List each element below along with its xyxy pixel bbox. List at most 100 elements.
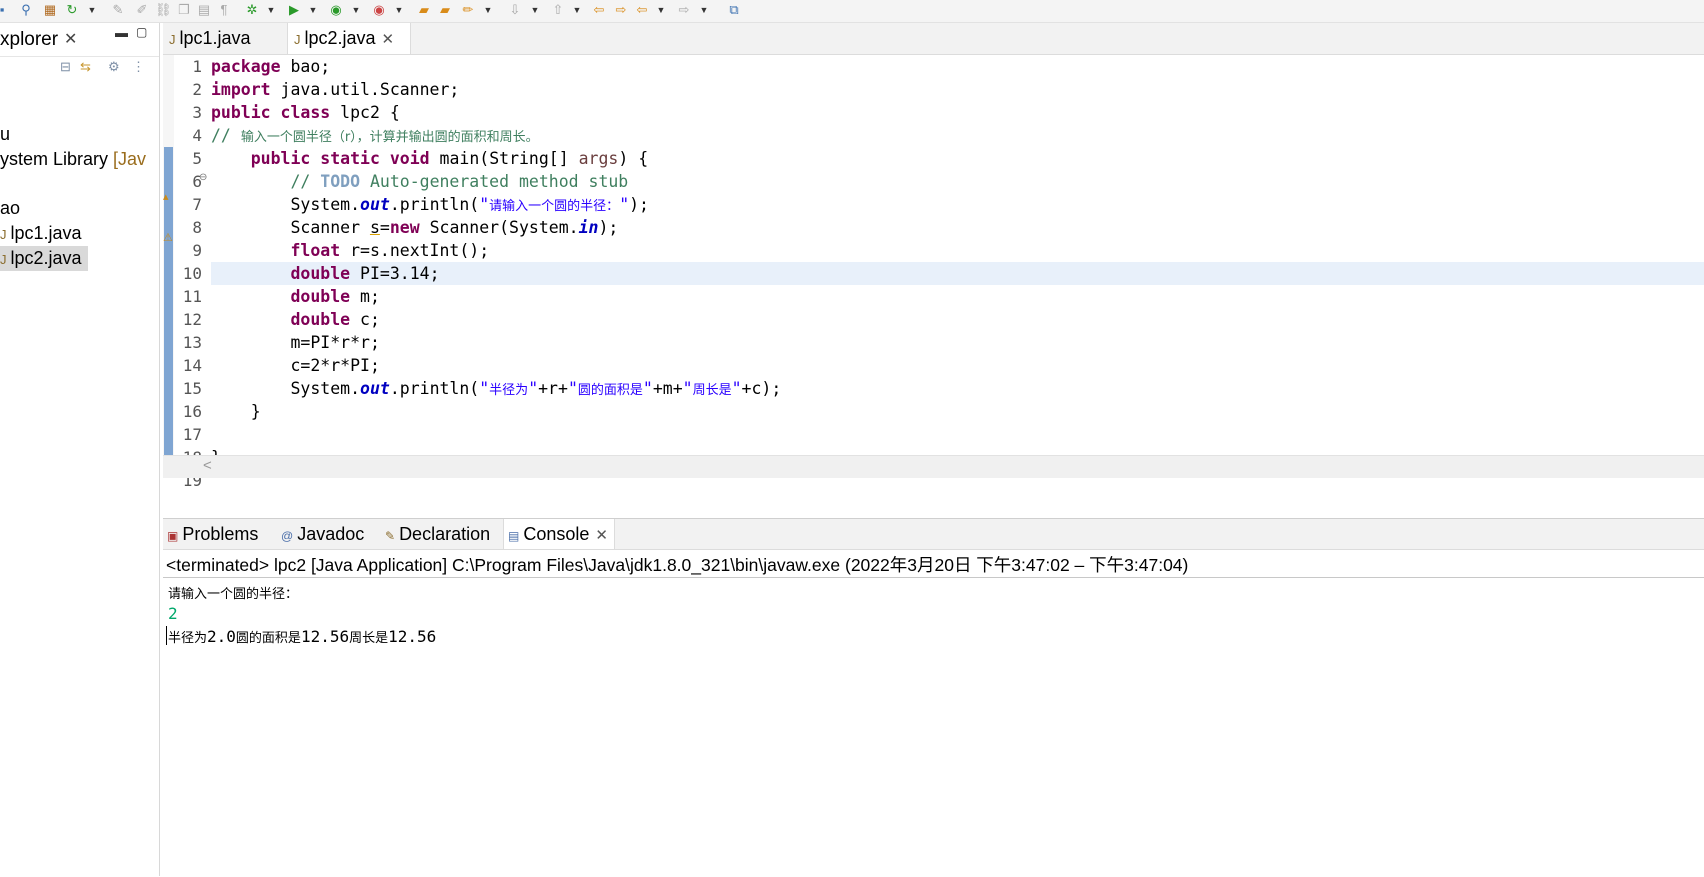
code-line[interactable]: package bao; — [211, 55, 1704, 78]
pilcrow-icon[interactable]: ¶ — [216, 2, 232, 18]
line-number: 13 — [182, 333, 202, 352]
collapse-all-icon[interactable]: ⊟ — [60, 59, 71, 75]
tree-item-project[interactable]: u — [0, 122, 10, 147]
save-icon[interactable]: ▪ — [0, 2, 10, 18]
tab-declaration[interactable]: ✎ Declaration — [385, 519, 490, 549]
edit-icon[interactable]: ✐ — [134, 2, 150, 18]
debug-icon[interactable]: ✲ — [244, 2, 260, 18]
copy-icon[interactable]: ❐ — [176, 2, 192, 18]
code-line[interactable]: float r=s.nextInt(); — [211, 239, 1704, 262]
back-edit-icon[interactable]: ⇦ — [591, 2, 607, 18]
search-icon[interactable]: ⚲ — [18, 2, 34, 18]
chevron-down-icon[interactable]: ▼ — [656, 2, 666, 18]
declaration-icon: ✎ — [385, 529, 396, 543]
link-with-editor-icon[interactable]: ⇆ — [80, 59, 91, 75]
tree-item-label: ystem Library — [0, 149, 114, 169]
code-line[interactable]: import java.util.Scanner; — [211, 78, 1704, 101]
code-line-current[interactable]: double PI=3.14; — [211, 262, 1704, 285]
view-menu-icon[interactable]: ⋮ — [132, 59, 145, 75]
code-line[interactable]: public static void main(String[] args) { — [211, 147, 1704, 170]
next-annotation-icon[interactable]: ⇩ — [507, 2, 523, 18]
refresh-icon[interactable]: ↻ — [64, 2, 80, 18]
code-line[interactable]: double m; — [211, 285, 1704, 308]
tab-lpc2-java[interactable]: Jlpc2.java ✕ — [287, 23, 411, 54]
java-file-icon: J — [0, 227, 7, 242]
console-icon: ▤ — [508, 529, 520, 543]
tree-item-label: ao — [0, 198, 21, 218]
code-line[interactable]: m=PI*r*r; — [211, 331, 1704, 354]
forward-edit-icon[interactable]: ⇨ — [613, 2, 629, 18]
bottom-tab-bar: ▣ Problems @ Javadoc ✎ Declaration ▤ Console… — [163, 519, 1704, 550]
tree-item-label: lpc1.java — [10, 223, 82, 243]
maximize-icon[interactable]: ▢ — [136, 25, 147, 39]
pin-icon[interactable]: ✎ — [110, 2, 126, 18]
chevron-down-icon[interactable]: ▼ — [699, 2, 709, 18]
tab-javadoc[interactable]: @ Javadoc — [281, 519, 364, 549]
stop-icon[interactable]: ◉ — [371, 2, 387, 18]
pencil-icon[interactable]: ✏ — [460, 2, 476, 18]
close-icon[interactable]: ✕ — [595, 527, 608, 544]
override-marker-icon[interactable]: ▴ — [163, 190, 169, 203]
line-number: 7 — [192, 195, 202, 214]
tab-problems[interactable]: ▣ Problems — [167, 519, 258, 549]
code-line[interactable]: double c; — [211, 308, 1704, 331]
tab-lpc1-java[interactable]: Jlpc1.java — [163, 23, 275, 54]
code-line[interactable]: System.out.println("半径为"+r+"圆的面积是"+m+"周长… — [211, 377, 1704, 400]
chevron-down-icon[interactable]: ▼ — [308, 2, 318, 18]
problems-icon: ▣ — [167, 529, 179, 543]
chevron-down-icon[interactable]: ▼ — [572, 2, 582, 18]
chevron-down-icon[interactable]: ▼ — [87, 2, 97, 18]
tree-item-lpc1[interactable]: Jlpc1.java — [0, 221, 82, 246]
forward-icon[interactable]: ⇨ — [676, 2, 692, 18]
chevron-down-icon[interactable]: ▼ — [266, 2, 276, 18]
link-icon[interactable]: ⛓ — [155, 2, 172, 18]
filter-icon[interactable]: ⚙ — [108, 59, 120, 75]
chevron-down-icon[interactable]: ▼ — [394, 2, 404, 18]
tree-item-lpc2[interactable]: Jlpc2.java — [0, 246, 88, 271]
scroll-left-arrow-icon[interactable]: < — [203, 457, 212, 474]
code-line[interactable]: Scanner s=new Scanner(System.in); — [211, 216, 1704, 239]
line-number: 10 — [182, 264, 202, 283]
code-line[interactable]: c=2*r*PI; — [211, 354, 1704, 377]
horizontal-scrollbar[interactable]: < — [163, 455, 1704, 478]
paste-icon[interactable]: ▤ — [196, 2, 212, 18]
perspective-icon[interactable]: ⧉ — [726, 2, 742, 18]
chevron-down-icon[interactable]: ▼ — [351, 2, 361, 18]
minimize-icon[interactable]: ▬ — [115, 25, 128, 40]
close-icon[interactable]: ✕ — [382, 31, 395, 48]
line-number: 14 — [182, 356, 202, 375]
code-line[interactable]: // 输入一个圆半径（r），计算并输出圆的面积和周长。 — [211, 124, 1704, 147]
line-number: 1 — [192, 57, 202, 76]
explorer-toolbar: ⊟ ⇆ ⚙ ⋮ — [60, 57, 159, 77]
change-ruler — [163, 55, 174, 468]
open-type-icon[interactable]: ▰ — [437, 2, 453, 18]
code-line[interactable] — [211, 423, 1704, 446]
back-icon[interactable]: ⇦ — [634, 2, 650, 18]
tree-item-jre-library[interactable]: ystem Library [Jav — [0, 147, 146, 172]
java-file-icon: J — [294, 32, 301, 47]
code-line[interactable]: // TODO Auto-generated method stub — [211, 170, 1704, 193]
tab-label: lpc1.java — [179, 28, 251, 48]
open-folder-icon[interactable]: ▰ — [416, 2, 432, 18]
tree-item-package[interactable]: ao — [0, 196, 20, 221]
prev-annotation-icon[interactable]: ⇧ — [550, 2, 566, 18]
chevron-down-icon[interactable]: ▼ — [483, 2, 493, 18]
chevron-down-icon[interactable]: ▼ — [530, 2, 540, 18]
code-line[interactable]: public class lpc2 { — [211, 101, 1704, 124]
code-line[interactable]: } — [211, 400, 1704, 423]
console-output-result[interactable]: 半径为2.0圆的面积是12.56周长是12.56 — [168, 627, 436, 646]
java-file-icon: J — [169, 32, 176, 47]
main-toolbar: ▪ ⚲ ▦ ↻ ▼ ✎ ✐ ⛓ ❐ ▤ ¶ ✲ ▼ ▶ ▼ ◉ ▼ ◉ ▼ ▰ … — [0, 0, 1704, 23]
run-icon[interactable]: ▶ — [286, 2, 302, 18]
explorer-tab-title[interactable]: xplorer — [0, 29, 58, 51]
close-icon[interactable]: ✕ — [64, 29, 77, 49]
run-config-icon[interactable]: ◉ — [328, 2, 344, 18]
fold-toggle-icon[interactable]: ⊖ — [199, 172, 207, 183]
code-text-area[interactable]: package bao; import java.util.Scanner; p… — [211, 55, 1704, 492]
line-number: 3 — [192, 103, 202, 122]
build-icon[interactable]: ▦ — [42, 2, 58, 18]
code-line[interactable]: System.out.println("请输入一个圆的半径："); — [211, 193, 1704, 216]
tab-console[interactable]: ▤ Console ✕ — [503, 519, 615, 549]
warning-icon[interactable]: ⚠ — [163, 231, 173, 244]
console-output-input: 2 — [168, 604, 178, 623]
